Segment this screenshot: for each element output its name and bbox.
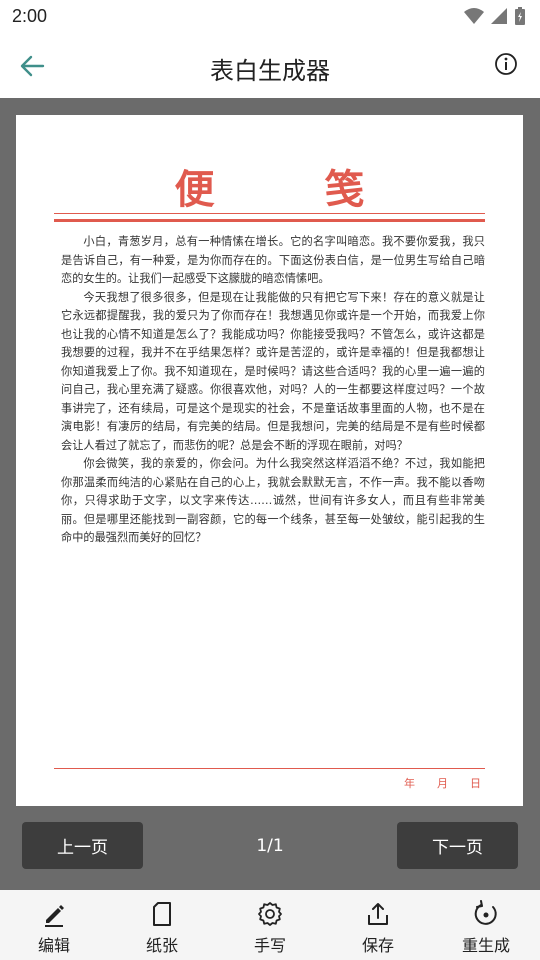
handwriting-label: 手写 xyxy=(253,936,286,955)
page-title: 表白生成器 xyxy=(210,57,330,85)
regenerate-button[interactable]: 重生成 xyxy=(432,890,540,960)
date-year: 年 xyxy=(404,777,415,790)
status-icons xyxy=(464,6,526,26)
letter-paper: 便 笺 小白，青葱岁月，总有一种情愫在增长。它的名字叫暗恋。我不要你爱我，我只是… xyxy=(16,115,523,806)
date-month: 月 xyxy=(437,777,448,790)
letter-body: 小白，青葱岁月，总有一种情愫在增长。它的名字叫暗恋。我不要你爱我，我只是告诉自己… xyxy=(61,233,485,548)
letter-paragraph: 小白，青葱岁月，总有一种情愫在增长。它的名字叫暗恋。我不要你爱我，我只是告诉自己… xyxy=(61,235,485,285)
next-page-button[interactable]: 下一页 xyxy=(397,822,518,869)
wifi-icon xyxy=(464,8,484,24)
info-button[interactable] xyxy=(494,52,522,80)
gear-icon xyxy=(258,902,282,926)
letter-paragraph: 今天我想了很多很多，但是现在让我能做的只有把它写下来！存在的意义就是让它永远都提… xyxy=(61,290,485,452)
edit-button[interactable]: 编辑 xyxy=(0,890,108,960)
signal-icon xyxy=(491,8,507,24)
header-rule-thick xyxy=(54,219,485,222)
share-icon xyxy=(368,903,388,925)
paper-title-right: 笺 xyxy=(324,167,365,213)
pen-icon xyxy=(45,905,64,927)
regenerate-label: 重生成 xyxy=(461,936,510,955)
save-label: 保存 xyxy=(361,936,394,955)
handwriting-button[interactable]: 手写 xyxy=(216,890,324,960)
paper-button[interactable]: 纸张 xyxy=(108,890,216,960)
header-rule-thin xyxy=(54,213,485,214)
footer-date: 年 月 日 xyxy=(404,775,481,791)
letter-paragraph: 你会微笑，我的亲爱的，你会问。为什么我突然这样滔滔不绝？不过，我如能把你那温柔而… xyxy=(61,457,485,544)
paper-icon xyxy=(153,902,171,926)
info-icon xyxy=(495,53,517,75)
paper-label: 纸张 xyxy=(145,936,178,955)
edit-label: 编辑 xyxy=(37,936,70,955)
workspace: 便 笺 小白，青葱岁月，总有一种情愫在增长。它的名字叫暗恋。我不要你爱我，我只是… xyxy=(0,98,540,890)
date-day: 日 xyxy=(470,777,481,790)
battery-icon xyxy=(515,7,525,25)
status-time: 2:00 xyxy=(12,6,48,26)
footer-rule xyxy=(54,768,485,769)
bottom-toolbar: 编辑 纸张 手写 保存 重生成 xyxy=(0,890,540,960)
paper-title-left: 便 xyxy=(174,167,215,213)
save-button[interactable]: 保存 xyxy=(324,890,432,960)
app-bar: 表白生成器 xyxy=(0,34,540,98)
paper-title: 便 笺 xyxy=(16,157,523,215)
regenerate-icon xyxy=(474,900,497,925)
status-bar: 2:00 xyxy=(0,0,540,34)
